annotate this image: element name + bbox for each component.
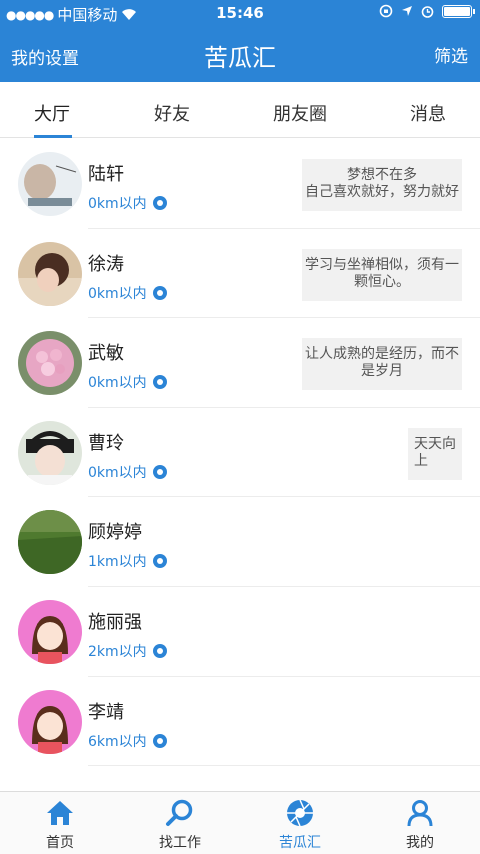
list-item[interactable]: 顾婷婷 1km以内 (0, 497, 480, 587)
camera-icon (152, 643, 167, 658)
user-name: 曹玲 (88, 432, 124, 454)
camera-icon (152, 285, 167, 300)
user-motto: 学习与坐禅相似，须有一颗恒心。 (302, 248, 462, 301)
tab-indicator (34, 135, 72, 138)
user-motto: 让人成熟的是经历，而不是岁月 (302, 338, 462, 391)
user-list: 陆轩 0km以内 梦想不在多 自己喜欢就好，努力就好 徐涛 0km以内 学习与坐… (0, 139, 480, 791)
distance: 2km以内 (88, 641, 167, 661)
tab-find-job[interactable]: 找工作 (120, 792, 240, 854)
list-item[interactable]: 施丽强 2km以内 (0, 587, 480, 677)
distance: 0km以内 (88, 193, 167, 213)
status-bar: ●●●●● 中国移动 15:46 (0, 0, 480, 26)
distance: 0km以内 (88, 372, 167, 392)
camera-icon (152, 464, 167, 479)
user-name: 李靖 (88, 701, 124, 723)
user-icon (407, 800, 433, 827)
avatar (18, 152, 82, 216)
user-name: 徐涛 (88, 253, 124, 275)
tab-mine[interactable]: 我的 (360, 792, 480, 854)
distance: 1km以内 (88, 551, 167, 571)
avatar (18, 510, 82, 575)
list-item[interactable]: 陆轩 0km以内 梦想不在多 自己喜欢就好，努力就好 (0, 139, 480, 229)
tab-messages[interactable]: 消息 (410, 100, 446, 126)
distance: 0km以内 (88, 283, 167, 303)
user-name: 顾婷婷 (88, 522, 142, 544)
user-name: 陆轩 (88, 164, 124, 185)
camera-icon (152, 554, 167, 569)
camera-icon (152, 196, 167, 210)
tab-friends[interactable]: 好友 (154, 100, 190, 126)
header-bar: ●●●●● 中国移动 15:46 我的设置 苦瓜汇 筛选 (0, 0, 480, 82)
status-right (379, 4, 475, 18)
avatar (18, 689, 82, 754)
list-item[interactable]: 李靖 6km以内 (0, 677, 480, 767)
avatar (18, 599, 82, 664)
avatar (18, 331, 82, 396)
home-icon (47, 801, 73, 825)
aperture-icon (287, 799, 313, 827)
user-name: 施丽强 (88, 611, 142, 633)
avatar (18, 241, 82, 306)
tab-moments[interactable]: 朋友圈 (273, 100, 327, 126)
distance: 0km以内 (88, 462, 167, 482)
tab-home[interactable]: 首页 (0, 792, 120, 854)
search-icon (166, 799, 193, 826)
list-item[interactable]: 徐涛 0km以内 学习与坐禅相似，须有一颗恒心。 (0, 229, 480, 319)
camera-icon (152, 733, 167, 748)
user-motto: 梦想不在多 自己喜欢就好，努力就好 (302, 159, 462, 211)
tab-bar-top: 大厅 好友 朋友圈 消息 (0, 82, 480, 138)
tab-kuguahui[interactable]: 苦瓜汇 (240, 792, 360, 854)
location-icon (402, 6, 412, 16)
camera-icon (152, 375, 167, 390)
alarm-icon (421, 5, 434, 18)
user-motto: 天天向上 (408, 427, 462, 480)
rotation-lock-icon (379, 4, 393, 18)
tab-lobby[interactable]: 大厅 (34, 100, 70, 126)
list-item[interactable]: 武敏 0km以内 让人成熟的是经历，而不是岁月 (0, 318, 480, 408)
avatar (18, 420, 82, 485)
battery-icon (442, 4, 475, 18)
distance: 6km以内 (88, 731, 167, 751)
list-item[interactable]: 曹玲 0km以内 天天向上 (0, 408, 480, 498)
page-title: 苦瓜汇 (204, 44, 276, 72)
filter-button[interactable]: 筛选 (434, 42, 468, 67)
bottom-tab-bar: 首页 找工作 苦瓜汇 我的 (0, 791, 480, 854)
user-name: 武敏 (88, 343, 124, 365)
